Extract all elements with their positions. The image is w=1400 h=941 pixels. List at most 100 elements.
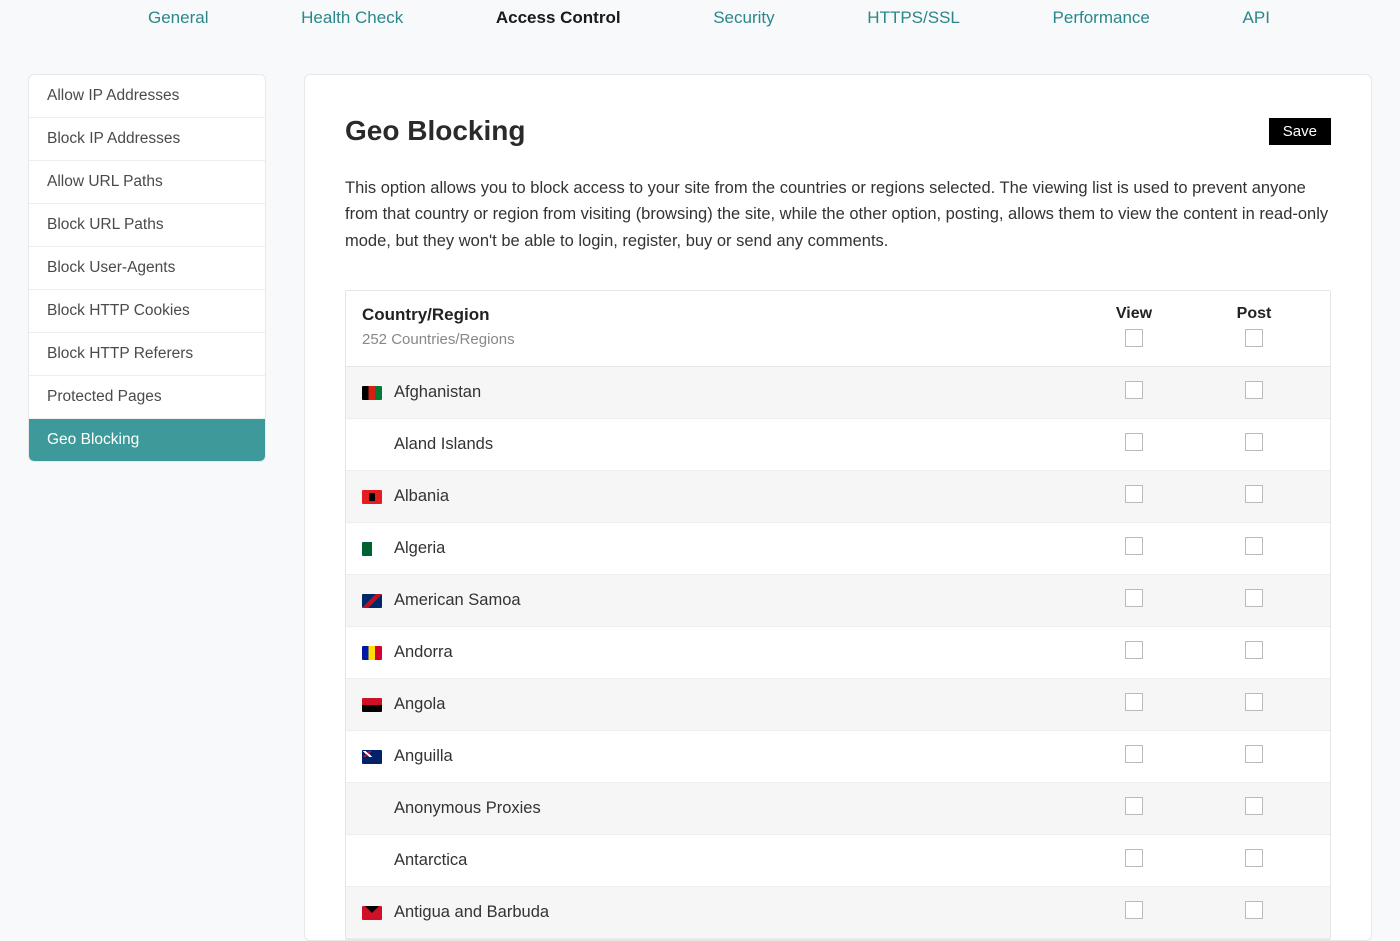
sidebar-item-block-ua[interactable]: Block User-Agents [29, 247, 265, 290]
post-cell [1194, 693, 1314, 716]
tab-performance[interactable]: Performance [1053, 0, 1150, 36]
country-cell: Aland Islands [362, 435, 1074, 454]
view-cell [1074, 693, 1194, 716]
checkbox-view[interactable] [1125, 849, 1143, 867]
flag-icon [362, 750, 382, 764]
view-cell [1074, 589, 1194, 612]
sidebar-item-block-referers[interactable]: Block HTTP Referers [29, 333, 265, 376]
checkbox-post[interactable] [1245, 797, 1263, 815]
post-cell [1194, 589, 1314, 612]
checkbox-view-all[interactable] [1125, 329, 1143, 347]
page-title: Geo Blocking [345, 115, 525, 147]
checkbox-post[interactable] [1245, 745, 1263, 763]
view-cell [1074, 485, 1194, 508]
country-cell: Albania [362, 487, 1074, 506]
view-cell [1074, 901, 1194, 924]
country-name: Afghanistan [394, 383, 481, 402]
top-tabs: General Health Check Access Control Secu… [0, 0, 1400, 56]
checkbox-view[interactable] [1125, 745, 1143, 763]
table-row: Antarctica [346, 835, 1330, 887]
post-cell [1194, 381, 1314, 404]
checkbox-post[interactable] [1245, 849, 1263, 867]
country-name: Algeria [394, 539, 445, 558]
post-cell [1194, 797, 1314, 820]
tab-access-control[interactable]: Access Control [496, 0, 621, 36]
col-header-post: Post [1194, 305, 1314, 323]
table-row: Afghanistan [346, 367, 1330, 419]
sidebar-item-protected-pages[interactable]: Protected Pages [29, 376, 265, 419]
country-name: Anguilla [394, 747, 453, 766]
view-cell [1074, 537, 1194, 560]
flag-icon [362, 698, 382, 712]
geo-table-header: Country/Region 252 Countries/Regions Vie… [346, 291, 1330, 367]
geo-table-body: Afghanistan Aland Islands Albania Algeria Am… [346, 367, 1330, 939]
country-name: Anonymous Proxies [394, 799, 541, 818]
checkbox-post[interactable] [1245, 381, 1263, 399]
country-name: Antarctica [394, 851, 467, 870]
post-cell [1194, 433, 1314, 456]
sidebar-item-block-ip[interactable]: Block IP Addresses [29, 118, 265, 161]
checkbox-view[interactable] [1125, 537, 1143, 555]
flag-icon [362, 594, 382, 608]
save-button[interactable]: Save [1269, 118, 1331, 145]
tab-health-check[interactable]: Health Check [301, 0, 403, 36]
checkbox-post[interactable] [1245, 641, 1263, 659]
country-name: Andorra [394, 643, 453, 662]
view-cell [1074, 641, 1194, 664]
sidebar-item-allow-ip[interactable]: Allow IP Addresses [29, 75, 265, 118]
checkbox-view[interactable] [1125, 641, 1143, 659]
table-row: Anonymous Proxies [346, 783, 1330, 835]
col-header-view: View [1074, 305, 1194, 323]
view-cell [1074, 745, 1194, 768]
checkbox-post[interactable] [1245, 589, 1263, 607]
checkbox-post[interactable] [1245, 485, 1263, 503]
checkbox-view[interactable] [1125, 381, 1143, 399]
country-cell: Andorra [362, 643, 1074, 662]
checkbox-view[interactable] [1125, 433, 1143, 451]
checkbox-post[interactable] [1245, 693, 1263, 711]
checkbox-post-all[interactable] [1245, 329, 1263, 347]
table-row: American Samoa [346, 575, 1330, 627]
sidebar: Allow IP Addresses Block IP Addresses Al… [28, 74, 266, 462]
country-cell: Anonymous Proxies [362, 799, 1074, 818]
country-cell: American Samoa [362, 591, 1074, 610]
checkbox-post[interactable] [1245, 901, 1263, 919]
table-row: Albania [346, 471, 1330, 523]
checkbox-view[interactable] [1125, 797, 1143, 815]
flag-icon [362, 646, 382, 660]
checkbox-post[interactable] [1245, 537, 1263, 555]
checkbox-view[interactable] [1125, 693, 1143, 711]
sidebar-item-block-url[interactable]: Block URL Paths [29, 204, 265, 247]
country-cell: Afghanistan [362, 383, 1074, 402]
tab-api[interactable]: API [1243, 0, 1270, 36]
country-name: Angola [394, 695, 445, 714]
country-name: Aland Islands [394, 435, 493, 454]
checkbox-post[interactable] [1245, 433, 1263, 451]
sidebar-item-geo-blocking[interactable]: Geo Blocking [29, 419, 265, 461]
post-cell [1194, 537, 1314, 560]
panel-header: Geo Blocking Save [345, 115, 1331, 147]
country-cell: Algeria [362, 539, 1074, 558]
flag-icon [362, 490, 382, 504]
table-row: Andorra [346, 627, 1330, 679]
checkbox-view[interactable] [1125, 589, 1143, 607]
content-panel: Geo Blocking Save This option allows you… [304, 74, 1372, 941]
checkbox-view[interactable] [1125, 485, 1143, 503]
flag-icon [362, 386, 382, 400]
sidebar-item-block-cookies[interactable]: Block HTTP Cookies [29, 290, 265, 333]
flag-icon [362, 906, 382, 920]
checkbox-view[interactable] [1125, 901, 1143, 919]
post-cell [1194, 485, 1314, 508]
post-cell [1194, 745, 1314, 768]
sidebar-item-allow-url[interactable]: Allow URL Paths [29, 161, 265, 204]
post-cell [1194, 849, 1314, 872]
tab-security[interactable]: Security [713, 0, 774, 36]
tab-https-ssl[interactable]: HTTPS/SSL [867, 0, 960, 36]
post-cell [1194, 901, 1314, 924]
country-name: American Samoa [394, 591, 521, 610]
col-header-country: Country/Region [362, 305, 1074, 325]
tab-general[interactable]: General [148, 0, 208, 36]
table-row: Aland Islands [346, 419, 1330, 471]
country-cell: Anguilla [362, 747, 1074, 766]
flag-placeholder [362, 854, 382, 868]
